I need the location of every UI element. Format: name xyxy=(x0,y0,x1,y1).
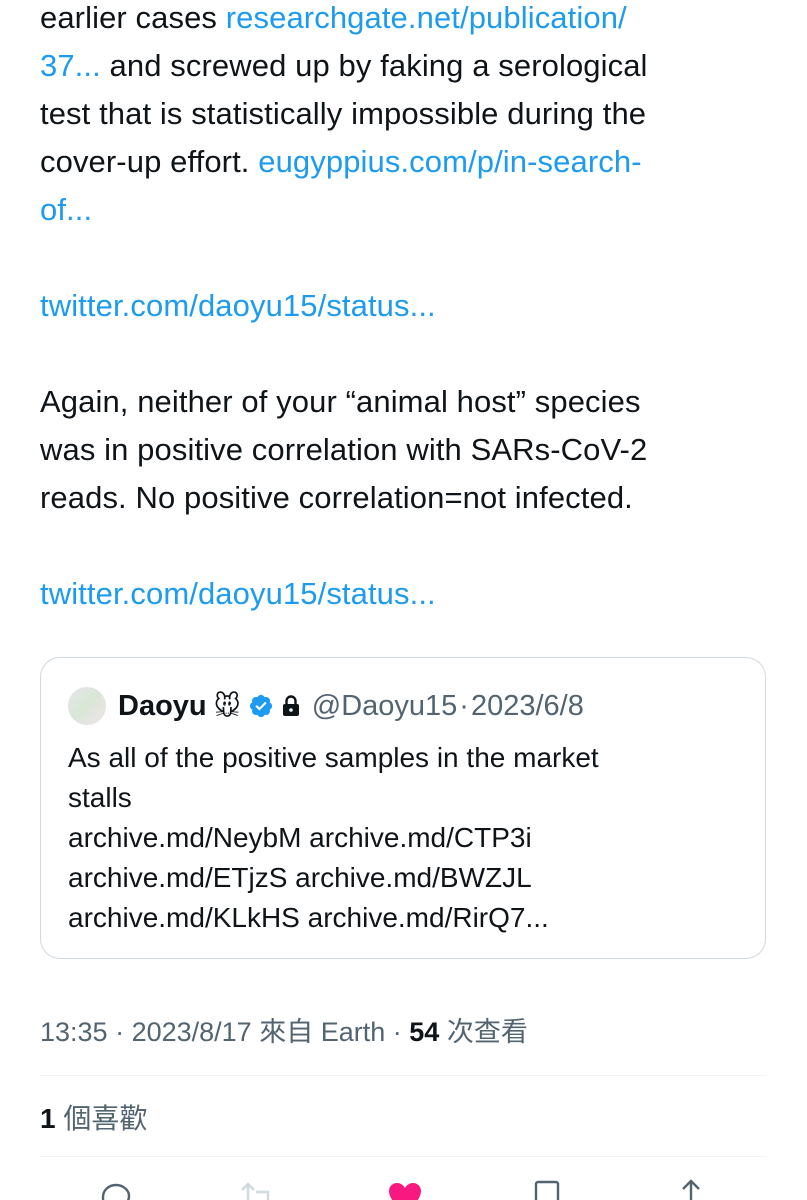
reply-icon[interactable] xyxy=(97,1178,135,1200)
quote-line: archive.md/KLkHS archive.md/RirQ7... xyxy=(68,902,549,933)
like-icon[interactable] xyxy=(385,1178,425,1200)
tweet-line: reads. No positive correlation=not infec… xyxy=(40,480,633,515)
quoted-tweet-card[interactable]: Daoyu 🐭 @Daoyu15 · 2023/6/8 As all of th… xyxy=(40,657,766,959)
tweet-line: test that is statistically impossible du… xyxy=(40,96,647,131)
action-bar xyxy=(0,1178,807,1200)
quote-line: As all of the positive samples in the ma… xyxy=(68,742,599,773)
verified-badge-icon xyxy=(249,694,272,718)
divider xyxy=(40,1075,767,1076)
likes-count: 1 xyxy=(40,1103,56,1134)
views-count: 54 xyxy=(409,1017,440,1047)
separator-dot: · xyxy=(459,689,469,722)
quote-date[interactable]: 2023/6/8 xyxy=(471,690,584,723)
separator-dot: · xyxy=(385,1017,410,1047)
tweet-line: earlier cases researchgate.net/publicati… xyxy=(40,0,770,42)
tweet-meta: 13:35 · 2023/8/17 來自 Earth · 54 次查看 xyxy=(40,1010,528,1049)
tweet-time[interactable]: 13:35 xyxy=(40,1017,108,1047)
views-label: 次查看 xyxy=(446,1017,528,1047)
lock-icon xyxy=(282,695,299,716)
bookmark-icon[interactable] xyxy=(532,1178,562,1200)
likes-label: 個喜歡 xyxy=(63,1103,148,1134)
researchgate-link[interactable]: researchgate.net/publication/ xyxy=(226,0,627,35)
tweet-text-segment: earlier cases xyxy=(40,0,226,35)
quote-line: archive.md/NeybM archive.md/CTP3i xyxy=(68,822,532,853)
tweet-text-segment: cover-up effort. xyxy=(40,144,259,179)
status-link-1[interactable]: twitter.com/daoyu15/status... xyxy=(40,282,770,330)
quote-author-name[interactable]: Daoyu xyxy=(118,690,207,723)
tweet-source: 來自 Earth xyxy=(259,1017,386,1047)
divider xyxy=(40,1156,767,1157)
quote-header: Daoyu 🐭 @Daoyu15 · 2023/6/8 xyxy=(68,686,584,726)
tweet-line: was in positive correlation with SARs-Co… xyxy=(40,432,648,467)
mouse-emoji-icon: 🐭 xyxy=(213,690,241,721)
quote-line: stalls xyxy=(68,782,132,813)
quote-line: archive.md/ETjzS archive.md/BWZJL xyxy=(68,862,532,893)
eugyppius-link-cont[interactable]: of... xyxy=(40,186,770,234)
avatar[interactable] xyxy=(68,687,106,725)
likes-row[interactable]: 1 個喜歡 xyxy=(40,1097,147,1137)
status-link-2[interactable]: twitter.com/daoyu15/status... xyxy=(40,570,770,618)
tweet-line: Again, neither of your “animal host” spe… xyxy=(40,384,641,419)
separator-dot: · xyxy=(107,1017,132,1047)
retweet-icon[interactable] xyxy=(238,1178,278,1200)
share-icon[interactable] xyxy=(676,1178,706,1200)
tweet-line: 37... and screwed up by faking a serolog… xyxy=(40,42,770,90)
tweet-date[interactable]: 2023/8/17 xyxy=(132,1017,252,1047)
tweet-line: cover-up effort. eugyppius.com/p/in-sear… xyxy=(40,138,770,186)
eugyppius-link[interactable]: eugyppius.com/p/in-search- xyxy=(258,144,641,179)
tweet-text-segment: and screwed up by faking a serological xyxy=(100,48,648,83)
quote-author-handle[interactable]: @Daoyu15 xyxy=(312,690,458,723)
tweet-text: earlier cases researchgate.net/publicati… xyxy=(40,0,770,618)
quote-text: As all of the positive samples in the ma… xyxy=(68,738,748,938)
researchgate-link-cont[interactable]: 37... xyxy=(40,48,101,83)
